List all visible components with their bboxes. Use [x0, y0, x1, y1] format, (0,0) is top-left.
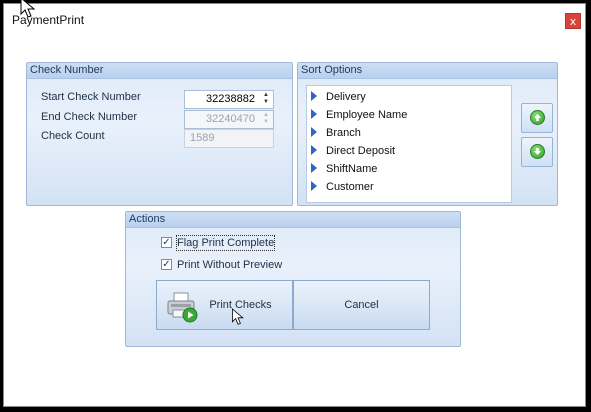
sort-options-header: Sort Options	[298, 63, 557, 79]
title-bar: PaymentPrint x	[4, 4, 585, 36]
check-count-field: 1589	[184, 129, 274, 148]
print-without-preview-label[interactable]: Print Without Preview	[177, 258, 282, 272]
list-item[interactable]: Delivery	[311, 89, 366, 105]
list-item[interactable]: ShiftName	[311, 161, 377, 177]
sort-options-list[interactable]: Delivery Employee Name Branch Direct Dep…	[306, 85, 512, 203]
list-arrow-icon	[311, 109, 317, 119]
list-arrow-icon	[311, 145, 317, 155]
check-number-group: Check Number Start Check Number 32238882…	[26, 62, 293, 206]
end-check-number-input: 32240470 ▲ ▼	[184, 110, 274, 129]
end-check-number-spinner: ▲ ▼	[261, 112, 271, 127]
mouse-cursor-icon	[232, 308, 244, 325]
end-check-number-value: 32240470	[206, 113, 255, 125]
list-arrow-icon	[311, 163, 317, 173]
cancel-label: Cancel	[344, 299, 379, 311]
list-item[interactable]: Direct Deposit	[311, 143, 395, 159]
close-button[interactable]: x	[565, 13, 581, 29]
payment-print-window: PaymentPrint x Check Number Start Check …	[3, 3, 586, 407]
list-item[interactable]: Branch	[311, 125, 361, 141]
end-check-number-label: End Check Number	[41, 111, 137, 123]
list-arrow-icon	[311, 91, 317, 101]
list-arrow-icon	[311, 181, 317, 191]
printer-icon	[167, 292, 198, 323]
start-check-number-input[interactable]: 32238882 ▲ ▼	[184, 90, 274, 109]
spin-up-icon: ▲	[263, 112, 269, 118]
move-up-button[interactable]	[521, 103, 553, 133]
list-item[interactable]: Employee Name	[311, 107, 407, 123]
check-count-label: Check Count	[41, 130, 105, 142]
sort-options-group: Sort Options Delivery Employee Name Bran…	[297, 62, 558, 206]
list-item[interactable]: Customer	[311, 179, 374, 195]
checkbox-checked-icon[interactable]: ✓	[161, 259, 172, 270]
print-checks-button[interactable]: Print Checks	[156, 280, 293, 330]
arrow-up-circle-icon	[530, 110, 545, 125]
spin-down-icon: ▼	[263, 119, 269, 125]
actions-header: Actions	[126, 212, 460, 228]
actions-group: Actions ✓ Flag Print Complete ✓ Print Wi…	[125, 211, 461, 347]
arrow-down-circle-icon	[530, 144, 545, 159]
spin-up-icon[interactable]: ▲	[261, 92, 271, 99]
mouse-cursor-icon	[20, 0, 36, 18]
start-check-number-value: 32238882	[206, 93, 255, 105]
checkbox-checked-icon[interactable]: ✓	[161, 237, 172, 248]
start-check-number-label: Start Check Number	[41, 91, 141, 103]
cancel-button[interactable]: Cancel	[293, 280, 430, 330]
check-number-header: Check Number	[27, 63, 292, 79]
spin-down-icon[interactable]: ▼	[261, 99, 271, 106]
move-down-button[interactable]	[521, 137, 553, 167]
flag-print-complete-label[interactable]: Flag Print Complete	[175, 235, 276, 251]
list-arrow-icon	[311, 127, 317, 137]
start-check-number-spinner[interactable]: ▲ ▼	[261, 92, 271, 107]
